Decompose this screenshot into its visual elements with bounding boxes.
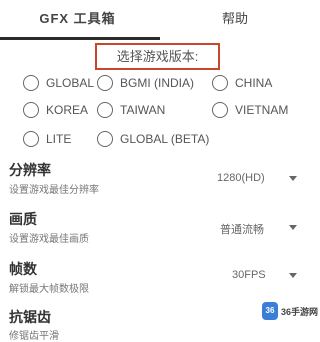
radio-label: GLOBAL [46, 76, 95, 90]
site-logo-icon: 36 [262, 302, 278, 320]
radio-label: BGMI (INDIA) [120, 76, 194, 90]
fps-dropdown-value[interactable]: 30FPS [232, 269, 266, 281]
site-watermark: 36 36手游网 [262, 300, 318, 322]
version-section-title: 选择游戏版本: [95, 43, 220, 70]
radio-button[interactable] [212, 75, 228, 91]
radio-option-bgmi-india[interactable]: BGMI (INDIA) [97, 72, 194, 94]
graphics-title: 画质 [9, 211, 37, 227]
fps-title: 帧数 [9, 261, 37, 277]
radio-button[interactable] [23, 102, 39, 118]
antialiasing-title: 抗锯齿 [9, 309, 51, 325]
radio-option-korea[interactable]: KOREA [23, 99, 88, 121]
resolution-description: 设置游戏最佳分辨率 [9, 185, 99, 196]
radio-label: GLOBAL (BETA) [120, 132, 210, 146]
radio-button[interactable] [212, 102, 228, 118]
radio-button[interactable] [23, 131, 39, 147]
tab-bar: GFX 工具箱 帮助 [0, 0, 319, 40]
graphics-chevron-down-icon[interactable] [289, 225, 297, 230]
tab-help[interactable]: 帮助 [160, 0, 310, 38]
radio-label: VIETNAM [235, 103, 289, 117]
resolution-chevron-down-icon[interactable] [289, 176, 297, 181]
graphics-description: 设置游戏最佳画质 [9, 234, 89, 245]
resolution-dropdown-value[interactable]: 1280(HD) [217, 172, 265, 184]
radio-option-global[interactable]: GLOBAL [23, 72, 94, 94]
radio-label: CHINA [235, 76, 273, 90]
radio-option-vietnam[interactable]: VIETNAM [212, 99, 288, 121]
graphics-dropdown-value[interactable]: 普通流畅 [220, 221, 264, 237]
radio-label: TAIWAN [120, 103, 166, 117]
resolution-title: 分辨率 [9, 162, 51, 178]
fps-chevron-down-icon[interactable] [289, 273, 297, 278]
radio-button[interactable] [23, 75, 39, 91]
active-tab-indicator [0, 37, 160, 40]
site-name: 36手游网 [280, 306, 318, 317]
tab-gfx-toolbox[interactable]: GFX 工具箱 [0, 0, 155, 38]
fps-description: 解锁最大帧数极限 [9, 284, 89, 295]
radio-button[interactable] [97, 102, 113, 118]
radio-option-global-beta[interactable]: GLOBAL (BETA) [97, 128, 209, 150]
radio-option-china[interactable]: CHINA [212, 72, 272, 94]
radio-option-lite[interactable]: LITE [23, 128, 71, 150]
radio-option-taiwan[interactable]: TAIWAN [97, 99, 165, 121]
radio-label: LITE [46, 132, 72, 146]
radio-label: KOREA [46, 103, 89, 117]
radio-button[interactable] [97, 75, 113, 91]
radio-button[interactable] [97, 131, 113, 147]
